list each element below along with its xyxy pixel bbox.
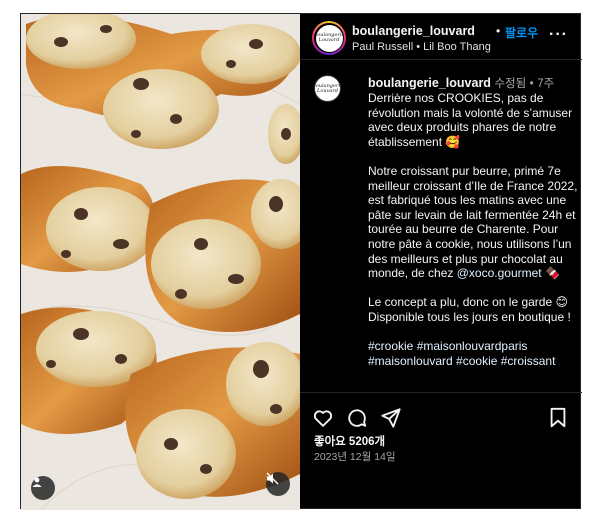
hashtag-link[interactable]: #maisonlouvard #cookie #croissant: [368, 354, 555, 368]
hashtag-link[interactable]: #crookie #maisonlouvardparis: [368, 339, 527, 353]
caption-text: Disponible tous les jours en boutique !: [368, 309, 571, 324]
like-count[interactable]: 좋아요 5206개: [314, 433, 385, 449]
comment-icon[interactable]: [346, 407, 368, 429]
separator-dot: •: [529, 78, 534, 90]
caption-username[interactable]: boulangerie_louvard: [368, 76, 491, 90]
post-date[interactable]: 2023년 12월 14일: [314, 449, 396, 464]
edited-label: 수정됨: [494, 78, 527, 90]
action-bar: 좋아요 5206개 2023년 12월 14일: [300, 392, 582, 510]
more-options-button[interactable]: ···: [549, 26, 568, 44]
tagged-users-button[interactable]: [31, 476, 55, 500]
comments-section[interactable]: Boulangerie Louvard boulangerie_louvard …: [300, 61, 582, 391]
hashtags: #crookie #maisonlouvardparis #maisonlouv…: [368, 339, 578, 368]
post-modal: Boulangerie Louvard boulangerie_louvard …: [20, 13, 582, 510]
post-media[interactable]: [21, 14, 300, 510]
post-caption: Derrière nos CROOKIES, pas de révolution…: [368, 91, 578, 383]
audio-track: Lil Boo Thang: [423, 41, 491, 53]
audio-attribution[interactable]: Paul Russell • Lil Boo Thang: [352, 41, 491, 53]
mute-icon: [266, 472, 279, 485]
user-tag-icon: [32, 477, 42, 487]
mute-button[interactable]: [266, 472, 290, 496]
mention-link[interactable]: @xoco.gourmet: [457, 266, 542, 280]
author-username[interactable]: boulangerie_louvard: [352, 24, 475, 38]
caption-header: boulangerie_louvard 수정됨 • 7주: [368, 75, 554, 91]
caption-paragraph: Derrière nos CROOKIES, pas de révolution…: [368, 91, 573, 149]
post-header: Boulangerie Louvard boulangerie_louvard …: [300, 14, 582, 60]
post-details: Boulangerie Louvard boulangerie_louvard …: [300, 14, 582, 510]
chocolate-emoji: 🍫: [544, 266, 560, 281]
follow-button[interactable]: 팔로우: [505, 24, 538, 41]
brand-logo: Boulangerie Louvard: [315, 24, 343, 52]
caption-text: Le concept a plu, donc on le garde 😊: [368, 295, 568, 310]
post-age: 7주: [537, 78, 555, 90]
heart-icon[interactable]: [312, 407, 334, 429]
author-avatar[interactable]: Boulangerie Louvard: [312, 21, 346, 55]
caption-text: Notre croissant pur beurre, primé 7e mei…: [368, 163, 578, 281]
bookmark-icon[interactable]: [548, 407, 568, 429]
caption-paragraph: Notre croissant pur beurre, primé 7e mei…: [368, 164, 578, 281]
send-icon[interactable]: [380, 407, 402, 429]
separator-dot: •: [496, 24, 501, 38]
crookie-photo: [21, 14, 300, 510]
caption-author-avatar[interactable]: Boulangerie Louvard: [314, 75, 341, 102]
more-icon: ···: [549, 26, 568, 43]
caption-paragraph: Le concept a plu, donc on le garde 😊 Dis…: [368, 295, 578, 324]
audio-artist: Paul Russell: [352, 41, 414, 53]
